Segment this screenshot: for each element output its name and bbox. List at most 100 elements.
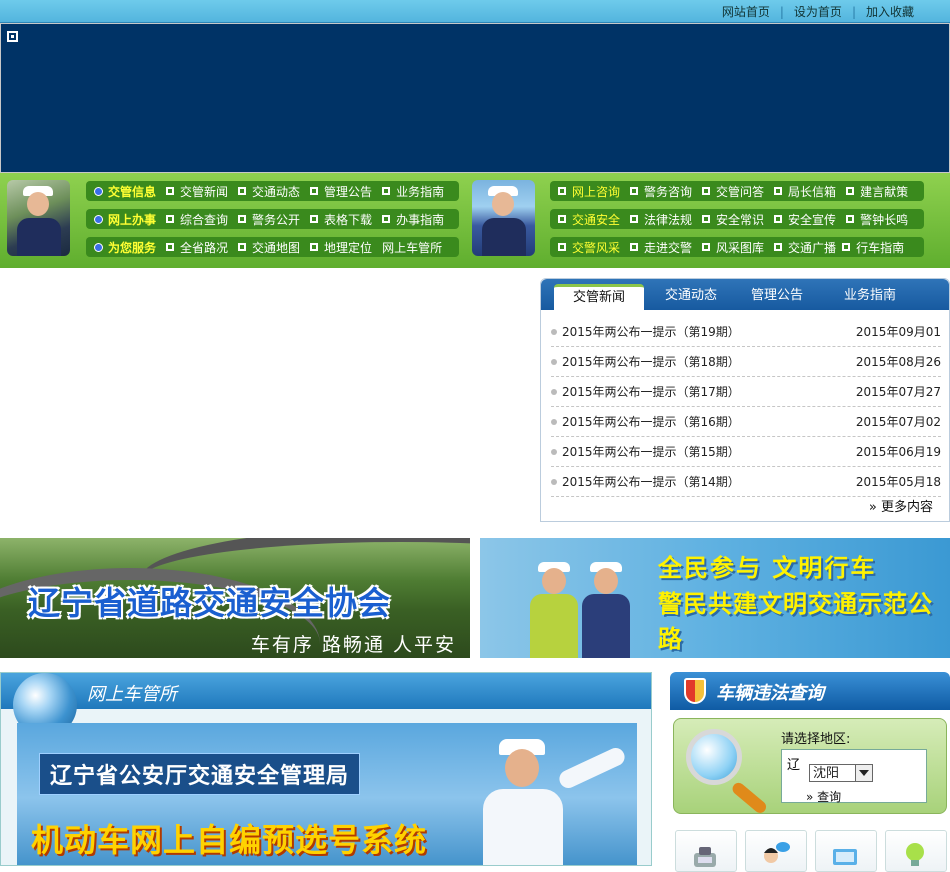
square-bullet-icon [846, 215, 855, 223]
nav-head-safety[interactable]: 交通安全 [558, 211, 620, 228]
add-favorite-link[interactable]: 加入收藏 [856, 3, 924, 20]
square-bullet-icon [558, 187, 566, 195]
nav-head-online[interactable]: 网上办事 [94, 211, 156, 228]
nav-item[interactable]: 交通广播 [774, 239, 836, 256]
region-label: 请选择地区: [781, 732, 851, 747]
square-bullet-icon [702, 243, 711, 251]
query-button[interactable]: » 查询 [806, 788, 841, 805]
news-tabs: 交管新闻 交通动态 管理公告 业务指南 [541, 279, 949, 310]
banner-headline: 机动车网上自编预选号系统 [31, 821, 428, 859]
chevron-down-icon [855, 765, 872, 781]
circle-bullet-icon [94, 214, 103, 224]
dot-bullet-icon [551, 358, 557, 365]
officer-phone-photo [7, 180, 70, 256]
shield-icon [684, 678, 706, 704]
civilized-driving-banner[interactable]: 全民参与 文明行车 警民共建文明交通示范公路 [480, 538, 950, 658]
nav-item[interactable]: 交通动态 [238, 183, 300, 200]
nav-item[interactable]: 综合查询 [166, 211, 228, 228]
section-header: 网上车管所 [1, 673, 651, 737]
dot-bullet-icon [551, 448, 557, 455]
square-bullet-icon [846, 187, 855, 195]
list-item[interactable]: 2015年两公布一提示（第15期） 2015年06月19 [551, 437, 941, 467]
mail-icon [833, 849, 857, 865]
news-title[interactable]: 2015年两公布一提示（第18期） [562, 353, 740, 370]
list-item[interactable]: 2015年两公布一提示（第19期） 2015年09月01 [551, 317, 941, 347]
tip-tile[interactable] [885, 830, 947, 872]
nav-head-info[interactable]: 交管信息 [94, 183, 156, 200]
square-bullet-icon [238, 215, 247, 223]
nav-item[interactable]: 警钟长鸣 [846, 211, 908, 228]
list-item[interactable]: 2015年两公布一提示（第18期） 2015年08月26 [551, 347, 941, 377]
person-chat-icon [764, 842, 790, 863]
nav-head-style[interactable]: 交警风采 [558, 239, 620, 256]
home-link[interactable]: 网站首页 [712, 3, 780, 20]
officer-figure [526, 558, 582, 658]
nav-row-safety: 交通安全 法律法规 安全常识 安全宣传 警钟长鸣 [550, 209, 924, 229]
top-links: 网站首页 | 设为首页 | 加入收藏 [712, 3, 924, 20]
nav-item[interactable]: 警务公开 [238, 211, 300, 228]
nav-item[interactable]: 安全常识 [702, 211, 764, 228]
list-item[interactable]: 2015年两公布一提示（第17期） 2015年07月27 [551, 377, 941, 407]
nav-item[interactable]: 法律法规 [630, 211, 692, 228]
news-box: 交管新闻 交通动态 管理公告 业务指南 2015年两公布一提示（第19期） 201… [540, 278, 950, 522]
news-title[interactable]: 2015年两公布一提示（第17期） [562, 383, 740, 400]
tab-traffic-dynamics[interactable]: 交通动态 [651, 284, 731, 310]
tab-business-guide[interactable]: 业务指南 [825, 284, 915, 310]
dot-bullet-icon [551, 478, 557, 485]
news-title[interactable]: 2015年两公布一提示（第16期） [562, 413, 740, 430]
consult-tile[interactable] [745, 830, 807, 872]
nav-item[interactable]: 管理公告 [310, 183, 372, 200]
tab-announcements[interactable]: 管理公告 [737, 284, 817, 310]
list-item[interactable]: 2015年两公布一提示（第14期） 2015年05月18 [551, 467, 941, 497]
nav-item[interactable]: 局长信箱 [774, 183, 836, 200]
more-link[interactable]: » 更多内容 [869, 496, 933, 515]
list-item[interactable]: 2015年两公布一提示（第16期） 2015年07月02 [551, 407, 941, 437]
nav-item[interactable]: 交通地图 [238, 239, 300, 256]
nav-item[interactable]: 交管问答 [702, 183, 764, 200]
nav-head-service[interactable]: 为您服务 [94, 239, 156, 256]
nav-item[interactable]: 业务指南 [382, 183, 444, 200]
nav-item[interactable]: 建言献策 [846, 183, 908, 200]
phone-tile[interactable] [675, 830, 737, 872]
nav-head-consult[interactable]: 网上咨询 [558, 183, 620, 200]
square-bullet-icon [310, 187, 319, 195]
nav-item[interactable]: 交管新闻 [166, 183, 228, 200]
nav-item[interactable]: 地理定位 [310, 239, 372, 256]
flash-banner [0, 23, 950, 173]
banner-line1: 全民参与 文明行车 [658, 554, 877, 582]
nav-item[interactable]: 风采图库 [702, 239, 764, 256]
square-bullet-icon [238, 243, 247, 251]
news-title[interactable]: 2015年两公布一提示（第15期） [562, 443, 740, 460]
plugin-placeholder-icon [7, 31, 18, 42]
violation-query-title: 车辆违法查询 [716, 683, 824, 704]
violation-query-box: 请选择地区: 辽 沈阳 » 查询 [673, 718, 947, 816]
top-bar: 网站首页 | 设为首页 | 加入收藏 [0, 0, 950, 23]
news-date: 2015年09月01 [855, 325, 941, 339]
nav-item[interactable]: 走进交警 [630, 239, 692, 256]
square-bullet-icon [310, 215, 319, 223]
nav-row-info: 交管信息 交管新闻 交通动态 管理公告 业务指南 [86, 181, 459, 201]
square-bullet-icon [382, 187, 391, 195]
city-select[interactable]: 沈阳 [809, 764, 873, 782]
nav-item[interactable]: 办事指南 [382, 211, 444, 228]
nav-item[interactable]: 警务咨询 [630, 183, 692, 200]
news-date: 2015年06月19 [855, 445, 941, 459]
mail-tile[interactable] [815, 830, 877, 872]
set-homepage-link[interactable]: 设为首页 [784, 3, 852, 20]
tab-traffic-news[interactable]: 交管新闻 [554, 284, 644, 310]
nav-item[interactable]: 行车指南 [842, 239, 904, 256]
nav-row-online: 网上办事 综合查询 警务公开 表格下载 办事指南 [86, 209, 459, 229]
magnifier-icon [686, 729, 742, 785]
news-title[interactable]: 2015年两公布一提示（第14期） [562, 473, 740, 490]
safety-association-banner[interactable]: 辽宁省道路交通安全协会 车有序 路畅通 人平安 [0, 538, 470, 658]
square-bullet-icon [774, 187, 783, 195]
nav-row-style: 交警风采 走进交警 风采图库 交通广播 行车指南 [550, 237, 924, 257]
news-title[interactable]: 2015年两公布一提示（第19期） [562, 323, 740, 340]
nav-item[interactable]: 表格下载 [310, 211, 372, 228]
nav-item[interactable]: 网上车管所 [382, 239, 442, 256]
nav-item[interactable]: 全省路况 [166, 239, 228, 256]
phone-icon [694, 847, 716, 867]
nav-item[interactable]: 安全宣传 [774, 211, 836, 228]
square-bullet-icon [630, 187, 639, 195]
plate-selection-banner[interactable]: 辽宁省公安厅交通安全管理局 机动车网上自编预选号系统 [17, 723, 637, 865]
